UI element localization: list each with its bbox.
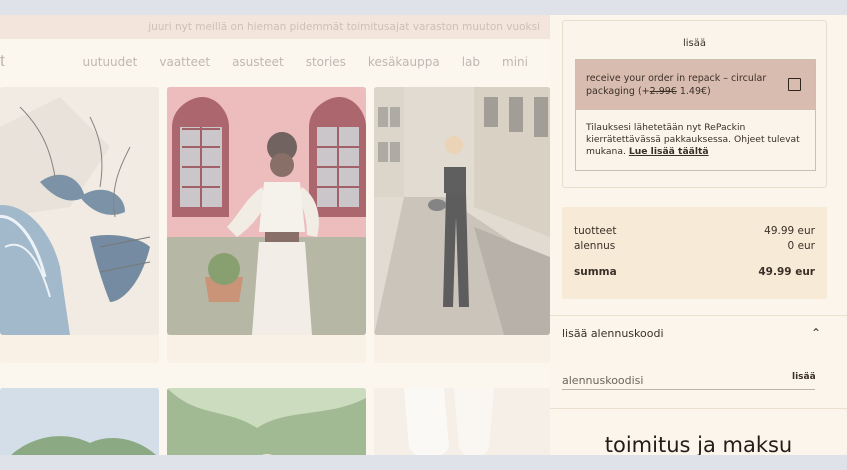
discount-code-input[interactable] (562, 371, 772, 389)
repack-new-price: 1.49€) (676, 86, 711, 97)
divider (550, 315, 847, 316)
input-underline (562, 389, 815, 390)
product-card-footer (167, 335, 366, 363)
product-image-bikini[interactable] (0, 87, 159, 335)
main-nav: t uutuudet vaatteet asusteet stories kes… (0, 39, 550, 85)
trees-photo (0, 388, 159, 455)
nav-item-kesakauppa[interactable]: kesäkauppa (368, 55, 440, 69)
nav-item-lab[interactable]: lab (462, 55, 480, 69)
model-street-photo (374, 87, 550, 335)
repack-option: receive your order in repack – circular … (575, 59, 816, 171)
nav-items: uutuudet vaatteet asusteet stories kesäk… (83, 55, 528, 69)
discount-label: alennus (574, 240, 616, 252)
addons-card: lisää receive your order in repack – cir… (562, 20, 827, 188)
discount-value: 0 eur (787, 240, 815, 252)
model-pink-wall-photo (167, 87, 366, 335)
chevron-up-icon: ⌃ (810, 326, 821, 340)
announcement-bar: juuri nyt meillä on hieman pidemmät toim… (0, 15, 550, 39)
store-background: juuri nyt meillä on hieman pidemmät toim… (0, 15, 550, 455)
product-image-row2-1[interactable] (0, 388, 159, 455)
forest-photo (167, 388, 366, 455)
product-image-row2-3[interactable] (374, 388, 550, 455)
nav-item-uutuudet[interactable]: uutuudet (83, 55, 138, 69)
order-totals: tuotteet 49.99 eur alennus 0 eur summa 4… (562, 207, 827, 299)
nav-item-mini[interactable]: mini (502, 55, 528, 69)
apply-discount-button[interactable]: lisää (792, 372, 816, 382)
sum-value: 49.99 eur (758, 266, 815, 278)
nav-item-asusteet[interactable]: asusteet (232, 55, 284, 69)
shipping-section-title: toimitus ja maksu (604, 433, 793, 455)
repack-old-price: 2.99€ (649, 86, 677, 97)
nav-item-vaatteet[interactable]: vaatteet (159, 55, 210, 69)
repack-option-header[interactable]: receive your order in repack – circular … (576, 60, 815, 110)
repack-info: Tilauksesi lähetetään nyt RePackin kierr… (576, 110, 815, 158)
repack-label: receive your order in repack – circular … (586, 72, 775, 98)
logo[interactable]: t (0, 51, 5, 71)
addons-title: lisää (682, 38, 707, 49)
product-image-black-set[interactable] (374, 87, 550, 335)
divider (550, 408, 847, 409)
repack-info-link[interactable]: Lue lisää täältä (629, 146, 709, 157)
white-pants-photo (374, 388, 550, 455)
product-card-footer (374, 335, 550, 363)
bikini-photo (0, 87, 159, 335)
repack-checkbox[interactable] (788, 78, 801, 91)
discount-toggle-label: lisää alennuskoodi (562, 327, 664, 340)
totals-row-sum: summa 49.99 eur (574, 266, 815, 278)
totals-row-discount: alennus 0 eur (574, 240, 815, 252)
cart-panel: lisää receive your order in repack – cir… (550, 15, 847, 455)
totals-row-products: tuotteet 49.99 eur (574, 225, 815, 237)
sum-label: summa (574, 266, 617, 278)
product-card-footer (0, 335, 159, 363)
nav-item-stories[interactable]: stories (306, 55, 346, 69)
discount-code-toggle[interactable]: lisää alennuskoodi ⌃ (562, 326, 827, 340)
product-image-white-set[interactable] (167, 87, 366, 335)
products-value: 49.99 eur (764, 225, 815, 237)
products-label: tuotteet (574, 225, 617, 237)
product-image-row2-2[interactable] (167, 388, 366, 455)
